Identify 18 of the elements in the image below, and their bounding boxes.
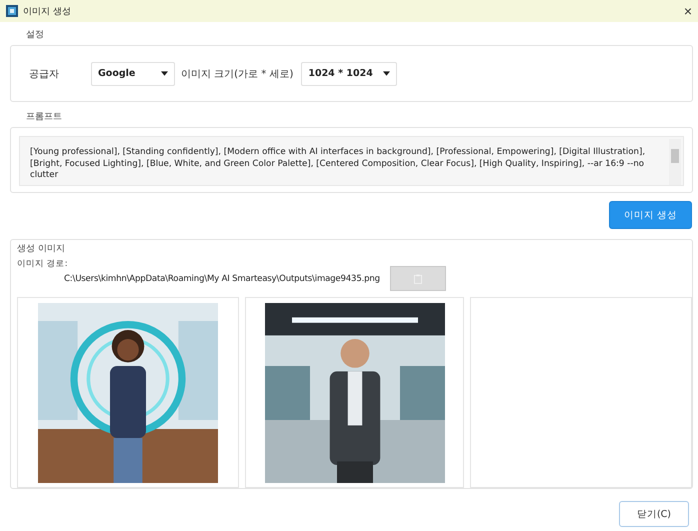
section-label: 프롬프트 — [26, 111, 63, 123]
app-icon — [6, 5, 18, 17]
path-label: 이미지 경로: — [17, 258, 69, 270]
provider-label: 공급자 — [29, 68, 60, 80]
close-button[interactable]: × — [682, 4, 694, 18]
clipboard-icon — [414, 274, 422, 284]
caret-icon — [161, 71, 168, 76]
prompt-field[interactable]: [Young professional], [Standing confidently], [Modern office with AI interfaces in background], [Professional, Empowering], [Digital Illustration], [Bright, Focused Lighting], [Blue, White, and Green Color Palette], [Centered Composition, Clear Focus], [High Quality, Inspiring], --ar 16:9 --no clutter — [19, 136, 684, 186]
caret-icon — [383, 71, 390, 76]
path-text: C:\Users\kimhn\AppData\Roaming\My AI Smarteasy\Outputs\image9435.png — [64, 274, 380, 284]
window-title: 이미지 생성 — [23, 6, 72, 18]
size-dropdown[interactable]: 1024 * 1024 — [301, 62, 398, 86]
provider-dropdown[interactable]: Google — [91, 62, 175, 86]
section-label: 생성 이미지 — [17, 243, 66, 255]
size-label: 이미지 크기(가로 * 세로) — [181, 68, 294, 80]
close-button[interactable]: 닫기(C) — [619, 501, 689, 527]
scrollbar[interactable] — [669, 139, 681, 185]
section-label: 설정 — [26, 29, 45, 41]
